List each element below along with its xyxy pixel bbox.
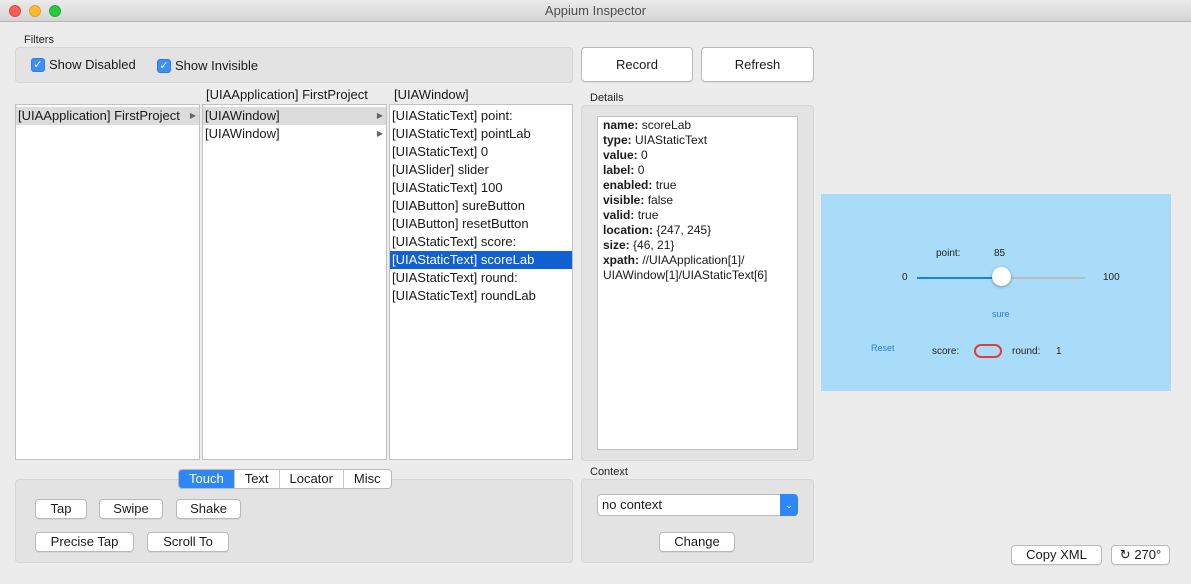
column-3-item[interactable]: [UIAStaticText] score:: [390, 233, 572, 251]
show-invisible-checkbox[interactable]: ✓ Show Invisible: [157, 58, 258, 73]
round-label: round:: [1012, 346, 1041, 357]
column-3-item[interactable]: [UIASlider] slider: [390, 161, 572, 179]
rotate-label: 270°: [1134, 547, 1162, 562]
slider-max-label: 100: [1103, 272, 1120, 283]
zoom-window-button[interactable]: [49, 5, 61, 17]
checkmark-icon: ✓: [157, 58, 171, 73]
column-2-item[interactable]: [UIAWindow] ▶: [203, 107, 386, 125]
tab-misc[interactable]: Misc: [344, 470, 391, 488]
refresh-button[interactable]: Refresh: [701, 47, 814, 82]
column-3-item[interactable]: [UIAButton] sureButton: [390, 197, 572, 215]
detail-xpath-cont: UIAWindow[1]/UIAStaticText[6]: [603, 268, 768, 282]
point-label: point:: [936, 248, 961, 259]
show-invisible-label: Show Invisible: [175, 58, 259, 73]
checkmark-icon: ✓: [31, 57, 45, 72]
tab-locator[interactable]: Locator: [280, 470, 344, 488]
tab-touch[interactable]: Touch: [179, 470, 235, 488]
show-disabled-label: Show Disabled: [49, 57, 136, 72]
slider-min-label: 0: [902, 272, 908, 283]
column-3-item[interactable]: [UIAStaticText] point:: [390, 107, 572, 125]
detail-type: type: UIAStaticText: [603, 133, 708, 147]
disclosure-arrow-icon: ▶: [189, 111, 196, 120]
detail-name: name: scoreLab: [603, 118, 692, 132]
column-3-item-selected[interactable]: [UIAStaticText] scoreLab: [390, 251, 572, 269]
action-tabs: Touch Text Locator Misc: [178, 469, 392, 489]
column-2-item-label: [UIAWindow]: [205, 126, 280, 141]
close-window-button[interactable]: [9, 5, 21, 17]
rotate-icon: ↻: [1119, 547, 1131, 562]
rotate-button[interactable]: ↻ 270°: [1111, 545, 1170, 565]
column-3-item[interactable]: [UIAButton] resetButton: [390, 215, 572, 233]
detail-value: value: 0: [603, 148, 648, 162]
detail-enabled: enabled: true: [603, 178, 677, 192]
filters-label: Filters: [24, 34, 54, 46]
detail-location: location: {247, 245}: [603, 223, 712, 237]
element-column-2: [UIAWindow] ▶ [UIAWindow] ▶: [202, 104, 387, 460]
element-column-1: [UIAApplication] FirstProject ▶: [15, 104, 200, 460]
sure-button[interactable]: sure: [992, 309, 1010, 319]
detail-visible: visible: false: [603, 193, 674, 207]
column-3-item[interactable]: [UIAStaticText] round:: [390, 269, 572, 287]
detail-size: size: {46, 21}: [603, 238, 675, 252]
disclosure-arrow-icon: ▶: [376, 129, 383, 138]
change-button[interactable]: Change: [659, 532, 735, 552]
context-select-value: no context: [602, 497, 662, 512]
column-3-item[interactable]: [UIAStaticText] 0: [390, 143, 572, 161]
round-value: 1: [1056, 346, 1062, 357]
column-3-item[interactable]: [UIAStaticText] roundLab: [390, 287, 572, 305]
device-slider[interactable]: [917, 267, 1085, 286]
title-bar: Appium Inspector: [0, 0, 1191, 22]
detail-xpath: xpath: //UIAApplication[1]/: [603, 253, 745, 267]
slider-thumb[interactable]: [992, 267, 1011, 286]
score-label: score:: [932, 346, 960, 357]
swipe-button[interactable]: Swipe: [99, 499, 163, 519]
column-1-item[interactable]: [UIAApplication] FirstProject ▶: [16, 107, 199, 125]
show-disabled-checkbox[interactable]: ✓ Show Disabled: [31, 57, 136, 72]
context-select[interactable]: no context ⌄: [597, 494, 798, 516]
column-2-item[interactable]: [UIAWindow] ▶: [203, 125, 386, 143]
reset-button[interactable]: Reset: [871, 343, 895, 353]
slider-fill: [917, 277, 1001, 279]
chevron-down-icon: ⌄: [780, 494, 798, 516]
window-title: Appium Inspector: [544, 3, 647, 18]
record-button[interactable]: Record: [581, 47, 693, 82]
detail-valid: valid: true: [603, 208, 659, 222]
column-1-item-label: [UIAApplication] FirstProject: [18, 108, 180, 123]
context-label: Context: [590, 466, 628, 478]
copy-xml-button[interactable]: Copy XML: [1011, 545, 1102, 565]
element-highlight: [974, 344, 1002, 358]
column-2-header: [UIAApplication] FirstProject: [206, 87, 368, 102]
element-column-3: [UIAStaticText] point: [UIAStaticText] p…: [389, 104, 573, 460]
shake-button[interactable]: Shake: [176, 499, 241, 519]
tab-text[interactable]: Text: [235, 470, 280, 488]
column-3-item[interactable]: [UIAStaticText] pointLab: [390, 125, 572, 143]
details-label: Details: [590, 92, 624, 104]
column-3-header: [UIAWindow]: [394, 87, 469, 102]
point-value: 85: [994, 248, 1006, 259]
minimize-window-button[interactable]: [29, 5, 41, 17]
column-2-item-label: [UIAWindow]: [205, 108, 280, 123]
column-3-item[interactable]: [UIAStaticText] 100: [390, 179, 572, 197]
detail-label: label: 0: [603, 163, 645, 177]
tap-button[interactable]: Tap: [35, 499, 87, 519]
precise-tap-button[interactable]: Precise Tap: [35, 532, 134, 552]
scroll-to-button[interactable]: Scroll To: [147, 532, 229, 552]
device-screenshot[interactable]: point: 85 0 100 sure Reset score: round:…: [821, 194, 1171, 391]
details-panel: name: scoreLab type: UIAStaticText value…: [597, 116, 798, 450]
disclosure-arrow-icon: ▶: [376, 111, 383, 120]
